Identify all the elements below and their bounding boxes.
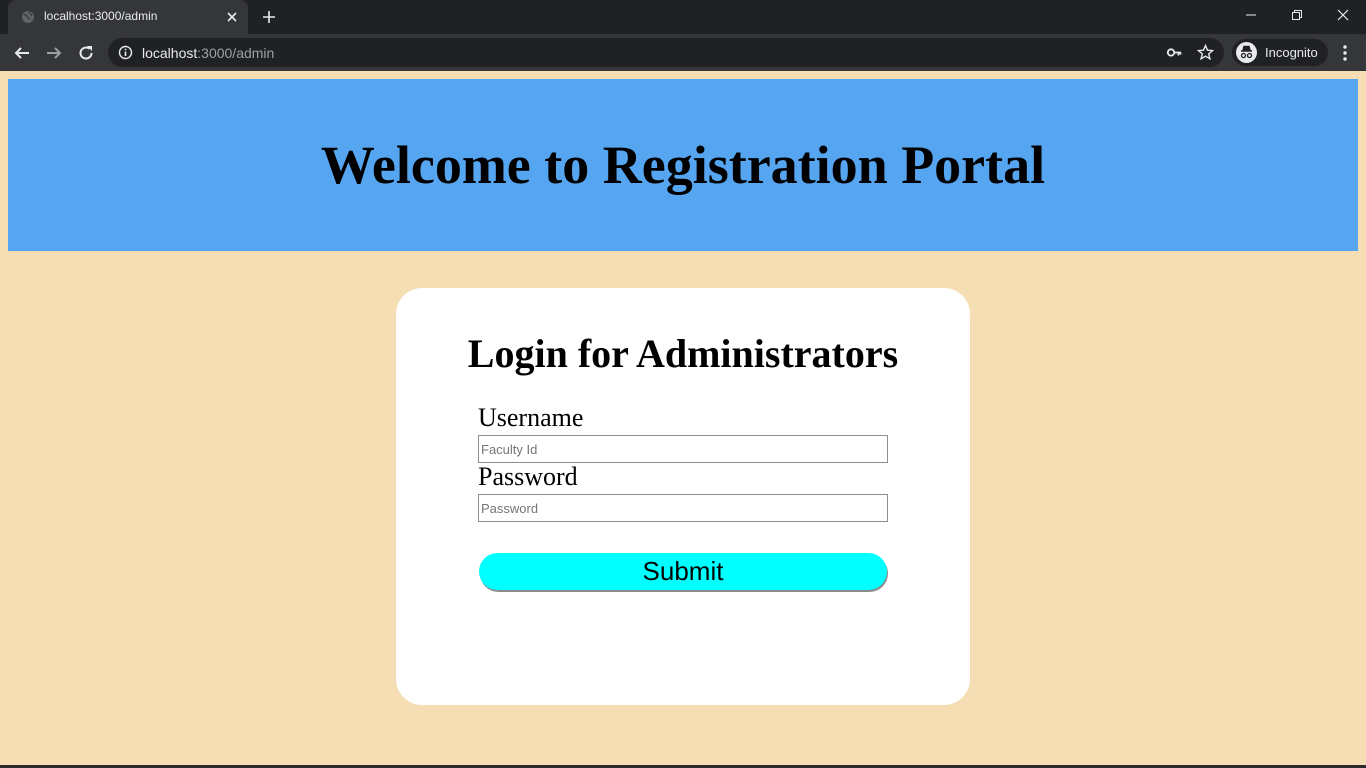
incognito-icon: [1236, 42, 1257, 63]
close-icon: [1337, 9, 1349, 21]
incognito-badge[interactable]: Incognito: [1232, 39, 1328, 66]
arrow-left-icon: [14, 47, 29, 59]
login-title: Login for Administrators: [467, 331, 899, 376]
restore-icon: [1292, 10, 1302, 20]
password-label: Password: [478, 462, 578, 491]
page-header: Welcome to Registration Portal: [8, 79, 1358, 251]
more-vert-icon[interactable]: [1336, 43, 1354, 63]
back-button[interactable]: [10, 41, 34, 65]
login-card: Login for Administrators Username Passwo…: [396, 288, 970, 705]
restore-button[interactable]: [1274, 0, 1320, 30]
tab-title: localhost:3000/admin: [44, 9, 158, 23]
url-text[interactable]: localhost:3000/admin: [142, 45, 274, 61]
globe-icon: [22, 11, 34, 23]
browser-tab[interactable]: localhost:3000/admin: [8, 0, 248, 34]
arrow-right-icon: [47, 47, 62, 59]
username-label: Username: [478, 403, 584, 432]
browser-tab-bar: localhost:3000/admin: [0, 0, 1366, 34]
info-icon[interactable]: [118, 45, 133, 60]
username-input[interactable]: [478, 435, 888, 463]
browser-toolbar: localhost:3000/admin Incognito: [0, 34, 1366, 71]
url-path: :3000/admin: [197, 45, 275, 61]
reload-button[interactable]: [74, 41, 98, 65]
page-title: Welcome to Registration Portal: [320, 135, 1046, 195]
submit-button[interactable]: Submit: [479, 553, 887, 590]
reload-icon: [79, 46, 93, 60]
star-icon[interactable]: [1197, 44, 1214, 61]
key-icon[interactable]: [1166, 44, 1183, 61]
close-window-button[interactable]: [1320, 0, 1366, 30]
incognito-label: Incognito: [1265, 45, 1318, 60]
password-input[interactable]: [478, 494, 888, 522]
close-icon[interactable]: [224, 9, 240, 25]
new-tab-icon[interactable]: [261, 9, 277, 25]
minimize-button[interactable]: [1228, 0, 1274, 30]
address-bar[interactable]: localhost:3000/admin: [108, 38, 1224, 67]
forward-button[interactable]: [42, 41, 66, 65]
minimize-icon: [1246, 14, 1256, 16]
url-host: localhost: [142, 45, 198, 61]
